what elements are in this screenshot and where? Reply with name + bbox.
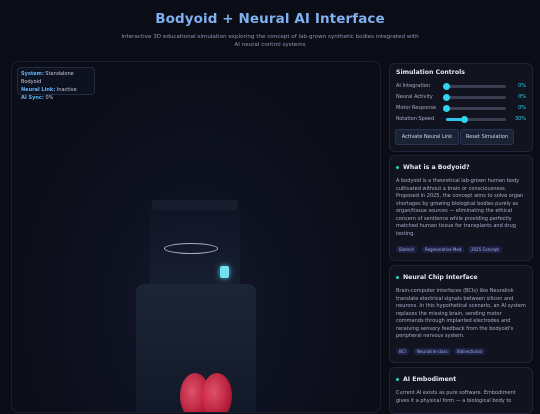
page-title: Bodyoid + Neural AI Interface (155, 11, 385, 27)
ai-sync-value: 0% (45, 95, 54, 101)
card-title: Neural Chip Interface (403, 274, 478, 281)
slider-value: 30% (514, 116, 526, 122)
slider-label: Motor Response (396, 105, 437, 111)
simulation-controls-panel: Simulation Controls AI Integration 0% Ne… (389, 63, 533, 152)
bullet-icon (396, 378, 399, 381)
bodyoid-model[interactable] (136, 200, 256, 412)
card-body: A bodyoid is a theoretical lab-grown hum… (396, 178, 524, 237)
card-title: What is a Bodyoid? (403, 164, 470, 171)
card-body: Brain-computer interfaces (BCIs) like Ne… (396, 288, 526, 339)
card-ai-embodiment: AI Embodiment Current AI exists as pure … (389, 367, 533, 414)
tag: Regenerative Med (422, 246, 465, 253)
tag: BCI (396, 348, 409, 355)
card-body: Current AI exists as pure software. Embo… (396, 390, 516, 404)
neural-chip (220, 266, 229, 278)
slider-label: Neural Activity (396, 94, 433, 100)
tag: 2025 Concept (468, 246, 502, 253)
reset-simulation-button[interactable]: Reset Simulation (460, 129, 514, 145)
tag: Biotech (396, 246, 418, 253)
slider-knob[interactable] (443, 105, 450, 112)
slider-value: 0% (518, 94, 526, 100)
slider-knob[interactable] (443, 83, 450, 90)
ai-sync-label: AI Sync: (21, 95, 44, 101)
activate-neural-link-button[interactable]: Activate Neural Link (395, 129, 459, 145)
bullet-icon (396, 276, 399, 279)
slider-track[interactable] (443, 105, 506, 112)
simulation-viewport[interactable]: System: Standalone Bodyoid Neural Link: … (11, 61, 381, 413)
slider-ai-integration[interactable]: AI Integration 0% (396, 82, 526, 90)
card-what-is-bodyoid: What is a Bodyoid? A bodyoid is a theore… (389, 155, 533, 261)
slider-track[interactable] (446, 116, 506, 123)
slider-rotation-speed[interactable]: Rotation Speed 30% (396, 115, 526, 123)
slider-knob[interactable] (443, 94, 450, 101)
neural-halo-ring (164, 243, 218, 254)
neural-link-value: Inactive (56, 87, 77, 93)
card-title: AI Embodiment (403, 376, 457, 383)
slider-label: AI Integration (396, 83, 431, 89)
neural-link-label: Neural Link: (21, 87, 56, 93)
slider-label: Rotation Speed (396, 116, 435, 122)
controls-title: Simulation Controls (396, 69, 465, 76)
slider-knob[interactable] (461, 116, 468, 123)
slider-value: 0% (518, 105, 526, 111)
tag: Bidirectional (454, 348, 485, 355)
status-overlay: System: Standalone Bodyoid Neural Link: … (17, 67, 95, 101)
tag: Neuralink-class (414, 348, 451, 355)
slider-motor-response[interactable]: Motor Response 0% (396, 104, 526, 112)
tank-cap (152, 200, 238, 210)
slider-value: 0% (518, 83, 526, 89)
organ-right-lobe (202, 373, 232, 412)
system-label: System: (21, 71, 44, 77)
bullet-icon (396, 166, 399, 169)
slider-track[interactable] (443, 94, 506, 101)
slider-neural-activity[interactable]: Neural Activity 0% (396, 93, 526, 101)
page-subtitle: Interactive 3D educational simulation ex… (121, 34, 419, 48)
card-neural-chip-interface: Neural Chip Interface Brain-computer int… (389, 265, 533, 363)
slider-track[interactable] (443, 83, 506, 90)
